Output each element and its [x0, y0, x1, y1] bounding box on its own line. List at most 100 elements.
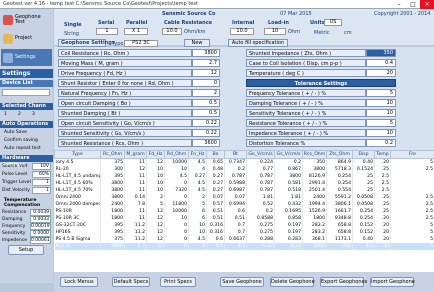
column-header[interactable]: Bo — [207, 151, 225, 159]
cable-resistance-input[interactable]: 10.0 — [162, 28, 182, 35]
field-input[interactable]: 10 — [366, 99, 396, 107]
import-geophone-button[interactable]: Import Geophone — [370, 277, 414, 287]
column-header[interactable]: Go_V/cm/s — [247, 151, 275, 159]
cm-checkbox[interactable]: cm — [344, 30, 352, 36]
field-input[interactable]: 0 — [192, 79, 220, 87]
field-input[interactable]: 5 — [366, 89, 396, 97]
field-input[interactable]: 0.22 — [192, 129, 220, 137]
nav-geophone-test[interactable]: Geophone Test — [1, 11, 52, 28]
table-row[interactable]: Omni 2400 damped24007.851180050.570.6994… — [55, 201, 434, 208]
hw-value[interactable]: 1 — [32, 179, 51, 186]
temp-value[interactable]: 0.0000 — [30, 230, 51, 237]
device-list-select[interactable] — [2, 89, 50, 96]
field-input[interactable]: 3800 — [192, 49, 220, 57]
lock-menus-button[interactable]: Lock Menus — [60, 277, 98, 287]
internal-input[interactable]: 10.0 — [230, 28, 254, 35]
nav-project[interactable]: Project — [1, 30, 52, 47]
serial-input[interactable]: 1 — [96, 28, 118, 35]
column-header[interactable]: M_gram — [125, 151, 147, 159]
channel-1[interactable]: 1 — [4, 112, 7, 117]
settings-header: Settings — [0, 69, 53, 78]
column-header[interactable]: Fd_Hz — [147, 151, 165, 159]
column-header[interactable]: Zts_Ohm — [327, 151, 353, 159]
parallel-input[interactable]: X 1 — [124, 28, 148, 35]
table-row[interactable]: Omni 240038000.142020.070.071.811.812400… — [55, 194, 434, 201]
column-header[interactable]: Type — [55, 151, 101, 159]
field-input[interactable]: 3600 — [192, 139, 220, 147]
table-cell: 3806.1 — [327, 201, 353, 208]
field-input[interactable]: 350 — [366, 49, 396, 57]
units-select[interactable]: US — [324, 19, 342, 26]
field-input[interactable]: 0.2 — [366, 139, 396, 147]
column-header[interactable]: Temp — [375, 151, 391, 159]
loadin-input[interactable]: 10 — [264, 28, 286, 35]
table-row[interactable]: PS 4.5 B Sigma37511.21204.50.60.66370.28… — [55, 236, 434, 243]
type-select[interactable]: PS2 3C — [124, 40, 158, 47]
string-radio[interactable]: String — [64, 31, 79, 37]
auto-save-checkbox[interactable]: Auto Save — [4, 130, 27, 135]
table-cell: 10 — [165, 215, 189, 222]
table-row[interactable]: RL-2030012101040.480.20.770.86738005718.… — [55, 166, 434, 173]
field-input[interactable]: 20 — [366, 69, 396, 77]
temp-value[interactable]: 0.0033 — [30, 216, 51, 223]
nav-settings[interactable]: Settings — [1, 49, 52, 66]
table-row[interactable]: rory 4.53751112100004.50.650.73470.2240.… — [55, 159, 434, 166]
metric-checkbox[interactable]: Metric — [314, 30, 330, 36]
geophone-table[interactable]: TypeRc_OhmM_gramFd_HzRd_OhmFn_HzBoBtGo_V… — [54, 150, 434, 272]
field-input[interactable]: 10 — [366, 109, 396, 117]
table-cell: 0.22 — [247, 243, 275, 250]
company-name: Sensmic Source Co — [162, 11, 215, 17]
field-input[interactable]: 10 — [366, 129, 396, 137]
table-row[interactable]: HP16S39511.2120100.3160.70.2750.197283.2… — [55, 229, 434, 236]
column-header[interactable]: Rc_Ohm — [101, 151, 125, 159]
table-row[interactable]: GS-32CT 20C39511.2120100.3160.70.2750.19… — [55, 222, 434, 229]
column-header[interactable]: Rcs_Ohm — [303, 151, 327, 159]
setup-button[interactable]: Setup — [8, 245, 44, 255]
field-input[interactable]: 0.5 — [192, 109, 220, 117]
column-header[interactable]: Fn_Hz — [189, 151, 207, 159]
field-input[interactable]: 0.22 — [192, 119, 220, 127]
hw-value[interactable]: 60% — [32, 171, 51, 178]
delete-geophone-button[interactable]: Delete Geophone — [270, 277, 314, 287]
field-input[interactable]: 2 — [192, 89, 220, 97]
auto-fill-button[interactable]: Auto fill specification — [228, 39, 288, 47]
temp-value[interactable]: 0.00019 — [30, 223, 51, 230]
export-geophones-button[interactable]: Export Geophones — [320, 277, 364, 287]
channel-2[interactable]: 2 — [18, 112, 21, 117]
table-row[interactable]: PS-10R 3C180011121060.510.510.85880.8581… — [55, 215, 434, 222]
table-cell: 2400 — [101, 201, 125, 208]
field-input[interactable]: 0.5 — [192, 99, 220, 107]
field-input[interactable]: 12 — [192, 69, 220, 77]
maximize-icon[interactable]: □ — [406, 0, 420, 9]
column-header[interactable]: Fre — [391, 151, 434, 159]
single-radio[interactable]: Single — [64, 22, 82, 28]
tab-geophone-settings[interactable]: Geophone Settings — [58, 39, 106, 47]
save-geophone-button[interactable]: Save Geophone — [220, 277, 264, 287]
minimize-icon[interactable]: – — [392, 0, 406, 9]
hw-value[interactable]: 1 — [32, 187, 51, 194]
column-header[interactable]: Rd_Ohm — [165, 151, 189, 159]
temp-value[interactable]: 0.0039 — [30, 209, 51, 216]
print-specs-button[interactable]: Print Specs — [160, 277, 196, 287]
field-input[interactable]: 2.7 — [192, 59, 220, 67]
table-row[interactable]: HL-L1T_4.5 70%3800111073204.50.270.69870… — [55, 187, 434, 194]
table-row[interactable]: PS2 3C38002.712020.50.50.220.2236003500.… — [55, 243, 434, 250]
hw-value[interactable]: 10V — [32, 163, 51, 170]
device-list-header[interactable]: Device List — [0, 80, 53, 87]
column-header[interactable]: Gs_V/cm/s — [275, 151, 303, 159]
column-header[interactable]: Bt — [225, 151, 247, 159]
field-input[interactable]: 5 — [366, 119, 396, 127]
table-row[interactable]: PS-10R180011121000060.510.60.20.16951526… — [55, 208, 434, 215]
table-row[interactable]: HL-L1T_4.5 60%3800111004.50.270.59880.78… — [55, 180, 434, 187]
confirm-saving-checkbox[interactable]: Confirm saving — [4, 138, 38, 143]
table-row[interactable]: HL-L1T_4.5 undamped39511104.50.270.270.7… — [55, 173, 434, 180]
table-cell: 4 — [189, 166, 207, 173]
default-specs-button[interactable]: Default Specs — [112, 277, 150, 287]
column-header[interactable]: Disp — [353, 151, 375, 159]
auto-repeat-checkbox[interactable]: Auto repeat test — [4, 146, 41, 151]
temp-value[interactable]: 0.00061 — [30, 237, 51, 244]
field-input[interactable]: 0.4 — [366, 59, 396, 67]
new-button[interactable]: New — [184, 39, 210, 47]
channel-3[interactable]: 3 — [32, 112, 35, 117]
close-icon[interactable]: ✕ — [420, 0, 434, 9]
